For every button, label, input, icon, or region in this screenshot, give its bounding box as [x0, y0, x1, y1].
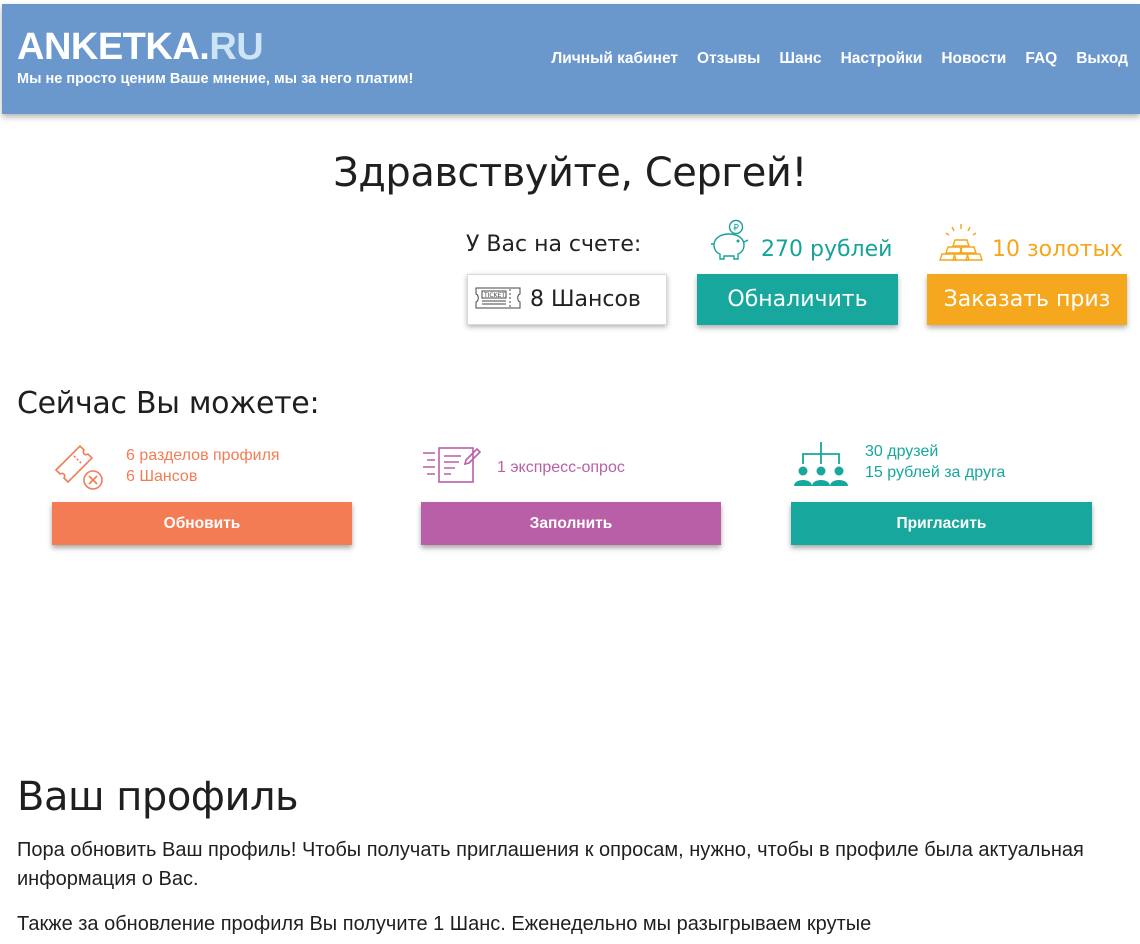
nav-item-reviews[interactable]: Отзывы — [697, 50, 760, 68]
main-nav: Личный кабинет Отзывы Шанс Настройки Нов… — [532, 50, 1128, 68]
invite-friends-button[interactable]: Пригласить — [791, 502, 1092, 545]
site-header: ANKETKA.RU Мы не просто ценим Ваше мнени… — [2, 4, 1140, 114]
profile-sections-chances: 6 Шансов — [126, 468, 198, 485]
cash-out-button[interactable]: Обналичить — [697, 274, 898, 325]
nav-item-news[interactable]: Новости — [941, 50, 1006, 68]
people-network-icon — [791, 440, 851, 494]
nav-item-chance[interactable]: Шанс — [779, 50, 821, 68]
express-survey-count: 1 экспресс-опрос — [497, 458, 625, 476]
nav-item-account[interactable]: Личный кабинет — [551, 50, 678, 68]
gold-balance: 10 золотых — [938, 222, 1123, 268]
update-profile-button[interactable]: Обновить — [52, 502, 352, 545]
order-prize-button[interactable]: Заказать приз — [927, 274, 1127, 325]
invite-friends-info: 30 друзей 15 рублей за друга — [791, 440, 1005, 494]
ticket-cross-icon — [52, 440, 110, 498]
express-survey-info: 1 экспресс-опрос — [421, 443, 625, 491]
profile-paragraph-2: Также за обновление профиля Вы получите … — [17, 913, 872, 935]
gold-value: 10 золотых — [992, 236, 1123, 262]
site-tagline: Мы не просто ценим Ваше мнение, мы за не… — [17, 71, 414, 87]
reward-per-friend: 15 рублей за друга — [865, 464, 1006, 481]
profile-sections-count: 6 разделов профиля — [126, 447, 280, 464]
greeting-title: Здравствуйте, Сергей! — [333, 150, 807, 196]
svg-text:₽: ₽ — [733, 224, 739, 234]
chances-value: 8 Шансов — [530, 287, 641, 312]
chances-counter: TICKET 8 Шансов — [467, 274, 667, 325]
logo-main-text: ANKETKA. — [17, 26, 210, 68]
profile-paragraph-1: Пора обновить Ваш профиль! Чтобы получат… — [17, 839, 1084, 890]
nav-item-logout[interactable]: Выход — [1076, 50, 1128, 68]
fill-survey-button[interactable]: Заполнить — [421, 502, 721, 545]
logo-suffix-text: RU — [209, 26, 264, 68]
piggy-bank-icon: ₽ — [707, 218, 753, 268]
ticket-icon: TICKET — [474, 283, 522, 317]
profile-section-title: Ваш профиль — [17, 774, 299, 820]
gold-bars-icon — [938, 222, 984, 268]
site-logo[interactable]: ANKETKA.RU — [17, 26, 264, 68]
ticket-label: TICKET — [483, 292, 505, 299]
survey-form-icon — [421, 443, 482, 491]
nav-item-faq[interactable]: FAQ — [1025, 50, 1057, 68]
profile-sections-info: 6 разделов профиля 6 Шансов — [52, 440, 280, 498]
balance-label: У Вас на счете: — [466, 232, 642, 257]
nav-item-settings[interactable]: Настройки — [841, 50, 923, 68]
friends-count: 30 друзей — [865, 443, 939, 460]
money-value: 270 рублей — [761, 236, 893, 262]
money-balance: ₽ 270 рублей — [707, 218, 892, 268]
actions-section-title: Сейчас Вы можете: — [17, 386, 320, 421]
